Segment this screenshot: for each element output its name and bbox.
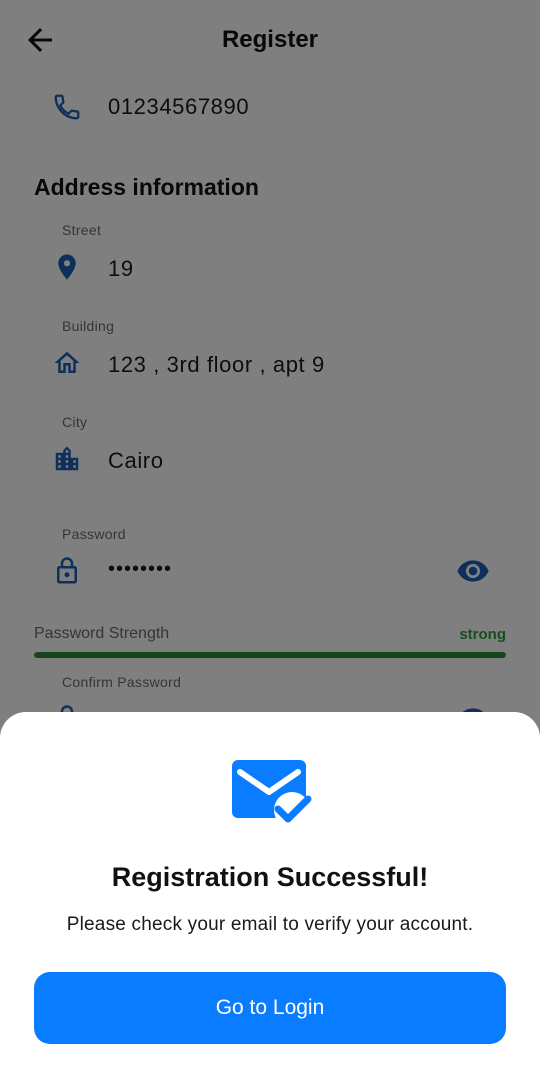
dialog-title: Registration Successful! bbox=[111, 862, 429, 892]
mail-check-icon bbox=[232, 760, 312, 828]
dialog-message: Please check your email to verify your a… bbox=[66, 914, 474, 935]
registration-success-sheet: Registration Successful! Please check yo… bbox=[0, 712, 540, 1078]
register-screen: Register 01234567890 Address information… bbox=[0, 0, 540, 1078]
go-to-login-button[interactable]: Go to Login bbox=[34, 972, 506, 1044]
